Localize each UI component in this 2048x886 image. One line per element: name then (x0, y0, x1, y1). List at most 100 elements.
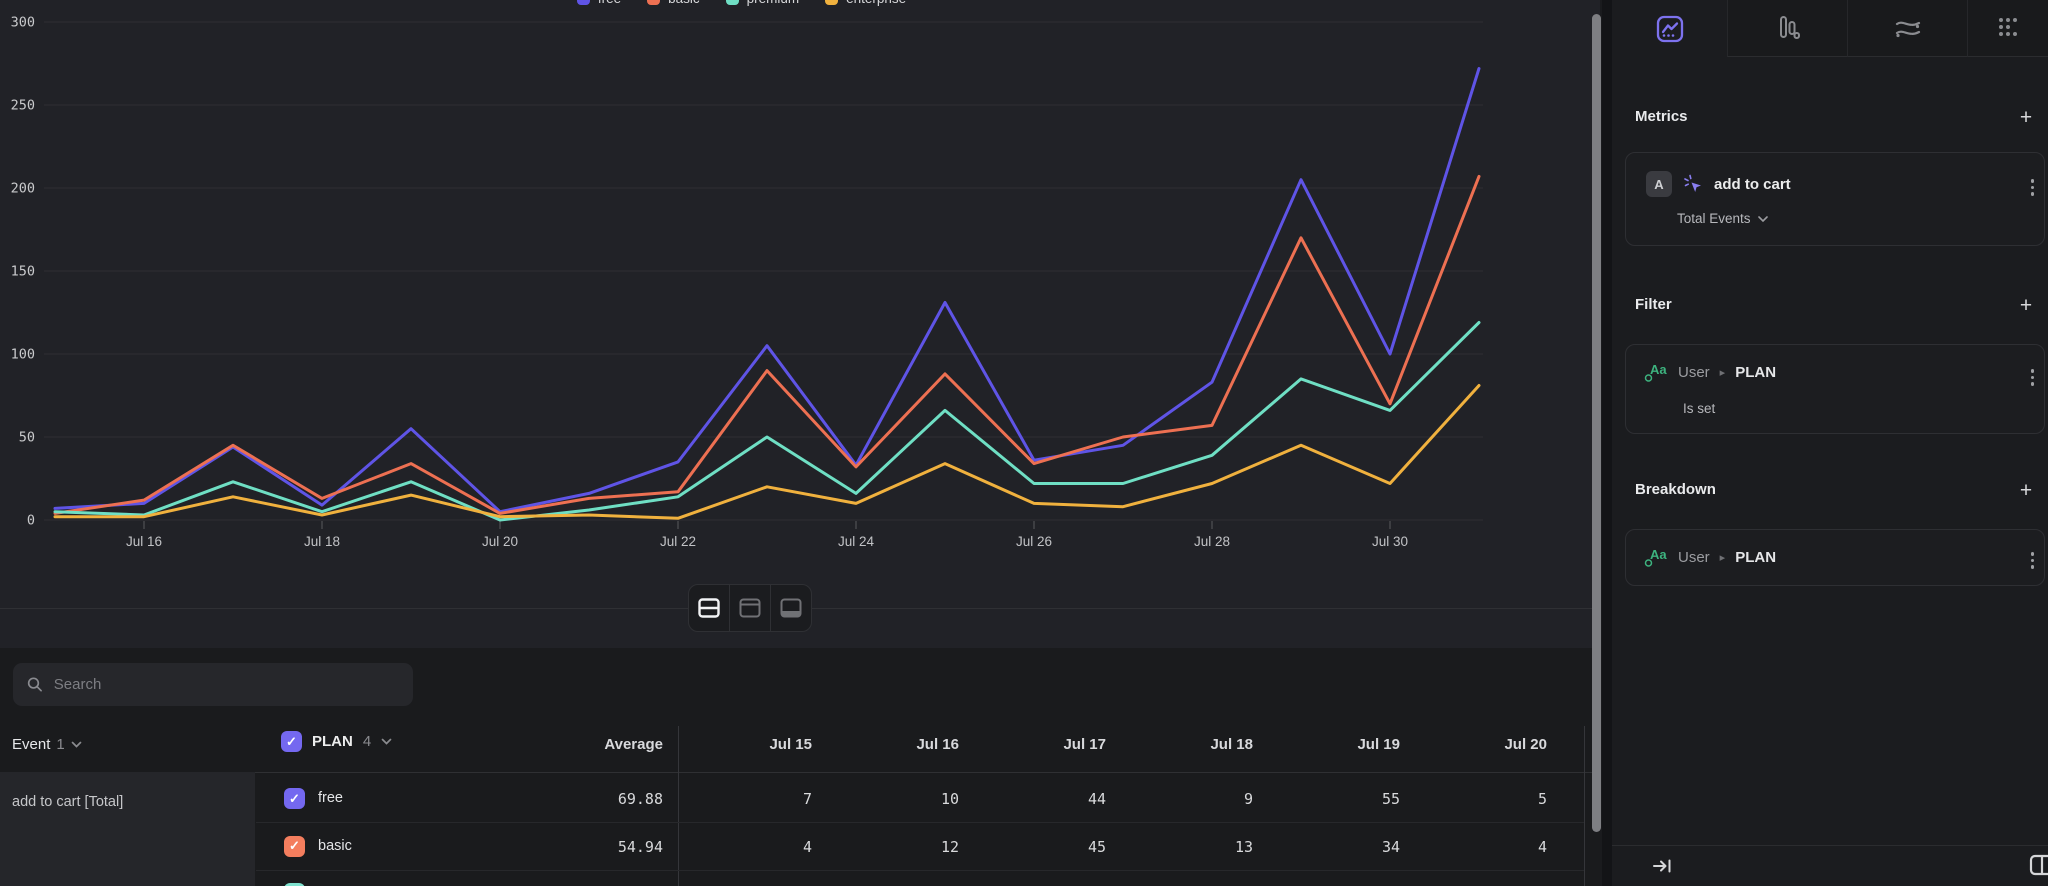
vertical-scrollbar[interactable] (1592, 14, 1601, 832)
tab-more-apps[interactable] (1967, 0, 2048, 57)
filter-scope: User (1678, 364, 1710, 381)
date-column-header: Jul 19 (1290, 736, 1400, 753)
cell-value: 12 (849, 838, 959, 856)
chevron-down-icon (381, 738, 392, 745)
legend-item-free[interactable]: free (577, 0, 621, 6)
tab-funnels[interactable] (1727, 0, 1847, 57)
svg-text:300: 300 (11, 15, 35, 31)
table-row-basic: ✓basic54.944124513344 (0, 823, 1600, 870)
svg-text:Jul 22: Jul 22 (660, 534, 696, 549)
series-line-enterprise (55, 386, 1479, 519)
chart-top-layout-icon (737, 596, 763, 620)
svg-text:50: 50 (19, 430, 35, 446)
metric-event-name: add to cart (1714, 176, 1791, 193)
add-metric-button[interactable]: + (2015, 108, 2037, 130)
legend-item-enterprise[interactable]: enterprise (825, 0, 906, 6)
plan-column-header[interactable]: ✓ PLAN 4 (281, 731, 392, 752)
add-filter-button[interactable]: + (2015, 296, 2037, 318)
cell-value: 34 (1290, 838, 1400, 856)
flows-waves-icon (1892, 13, 1924, 43)
date-column-header: Jul 15 (702, 736, 812, 753)
cell-value: 55 (1290, 790, 1400, 808)
svg-text:Aa: Aa (1650, 547, 1667, 562)
cell-value: 45 (996, 838, 1106, 856)
legend-swatch (577, 0, 590, 5)
breakdown-card[interactable]: Aa User ▸ PLAN (1625, 529, 2045, 586)
svg-text:200: 200 (11, 181, 35, 197)
table-row-premium: ✓premium33.0053235230 (0, 870, 1600, 886)
add-breakdown-button[interactable]: + (2015, 481, 2037, 503)
breakdown-options-kebab[interactable] (2027, 548, 2039, 573)
apps-grid-dots-icon (1993, 13, 2023, 43)
date-column-header: Jul 17 (996, 736, 1106, 753)
event-header-label: Event (12, 736, 50, 753)
search-box[interactable] (13, 663, 413, 706)
filter-operator[interactable]: Is set (1683, 401, 1715, 416)
plan-count: 4 (363, 733, 371, 750)
plan-checkbox-free[interactable]: ✓ (284, 788, 305, 809)
breakdown-property: PLAN (1735, 549, 1776, 566)
legend-label: basic (668, 0, 700, 6)
insights-line-chart-icon (1655, 14, 1685, 44)
filter-options-kebab[interactable] (2027, 365, 2039, 390)
chevron-down-icon (71, 741, 82, 748)
query-builder-sidebar: Metrics + A add to cart Total Events (1612, 0, 2048, 886)
search-input[interactable] (54, 676, 399, 693)
tab-insights[interactable] (1612, 0, 1727, 57)
panel-gap (1602, 0, 1612, 886)
cell-value: 10 (849, 790, 959, 808)
layout-chart-top-button[interactable] (729, 585, 770, 631)
event-click-icon (1682, 173, 1704, 195)
legend-item-premium[interactable]: premium (726, 0, 800, 6)
collapse-sidebar-button[interactable] (1650, 854, 1674, 883)
svg-text:Jul 30: Jul 30 (1372, 534, 1408, 549)
text-property-icon: Aa (1644, 545, 1668, 569)
chart-legend: free basic premium enterprise (0, 0, 1483, 6)
breadcrumb-arrow-icon: ▸ (1720, 551, 1726, 564)
layout-split-button[interactable] (689, 585, 729, 631)
plan-select-all-checkbox[interactable]: ✓ (281, 731, 302, 752)
date-column-header: Jul 20 (1437, 736, 1547, 753)
chevron-down-icon (1758, 216, 1768, 222)
line-chart[interactable]: 050100150200250300Jul 16Jul 18Jul 20Jul … (0, 0, 1600, 600)
metric-measure-dropdown[interactable]: Total Events (1677, 211, 1768, 226)
metric-options-kebab[interactable] (2027, 175, 2039, 200)
average-column-header: Average (563, 736, 663, 753)
cell-value: 44 (996, 790, 1106, 808)
plan-checkbox-basic[interactable]: ✓ (284, 836, 305, 857)
filter-card[interactable]: Aa User ▸ PLAN Is set (1625, 344, 2045, 434)
svg-text:Jul 24: Jul 24 (838, 534, 875, 549)
text-property-icon: Aa (1644, 360, 1668, 384)
legend-swatch (726, 0, 739, 5)
chart-panel: 050100150200250300Jul 16Jul 18Jul 20Jul … (0, 0, 1600, 648)
svg-text:250: 250 (11, 98, 35, 114)
event-column-header[interactable]: Event 1 (12, 736, 82, 753)
table-row-free: ✓free69.88710449555 (0, 775, 1600, 822)
legend-label: enterprise (846, 0, 906, 6)
cell-value: 7 (702, 790, 812, 808)
layout-table-bottom-button[interactable] (770, 585, 811, 631)
arrow-to-right-icon (1650, 854, 1674, 878)
table-bottom-layout-icon (778, 596, 804, 620)
svg-text:Jul 20: Jul 20 (482, 534, 518, 549)
table-header-row: Event 1 ✓ PLAN 4 Average Jul 15 Jul 16 Jul… (0, 720, 1600, 772)
cell-value: 9 (1143, 790, 1253, 808)
plan-label: free (318, 790, 343, 806)
metric-measure-label: Total Events (1677, 211, 1751, 226)
app-window: 050100150200250300Jul 16Jul 18Jul 20Jul … (0, 0, 2048, 886)
plan-header-label: PLAN (312, 733, 353, 750)
svg-text:100: 100 (11, 347, 35, 363)
metric-card[interactable]: A add to cart Total Events (1625, 152, 2045, 246)
svg-text:150: 150 (11, 264, 35, 280)
date-column-header: Jul 18 (1143, 736, 1253, 753)
metric-series-badge: A (1646, 171, 1672, 197)
sidebar-tabbar (1612, 0, 2048, 57)
legend-item-basic[interactable]: basic (647, 0, 700, 6)
cell-value: 4 (1437, 838, 1547, 856)
average-value: 69.88 (553, 790, 663, 808)
panel-layout-button[interactable] (2028, 852, 2048, 883)
date-column-header: Jul 16 (849, 736, 959, 753)
sidebar-footer-divider (1612, 845, 2048, 846)
tab-flows[interactable] (1847, 0, 1967, 57)
legend-label: premium (747, 0, 800, 6)
